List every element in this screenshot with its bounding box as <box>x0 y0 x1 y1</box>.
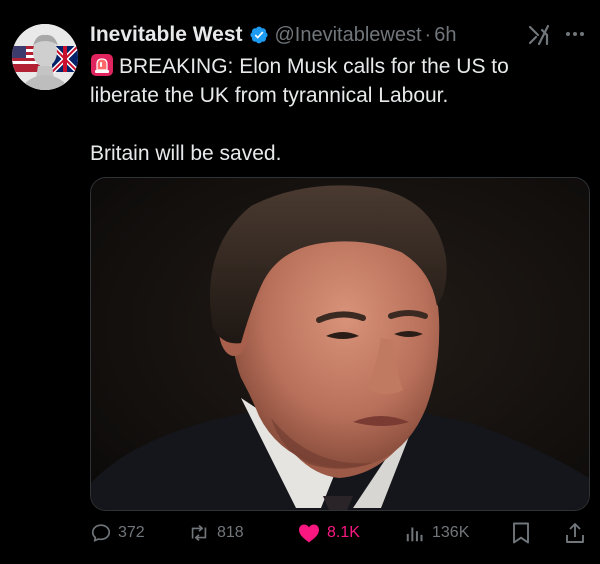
author-handle[interactable]: @Inevitablewest <box>275 24 422 47</box>
like-count: 8.1K <box>327 524 360 541</box>
views-count: 136K <box>432 524 470 541</box>
like-button[interactable]: 8.1K <box>297 518 360 548</box>
bookmark-button[interactable] <box>510 518 538 548</box>
reply-count: 372 <box>118 524 145 541</box>
tweet-text-line-2: liberate the UK from tyrannical Labour. <box>90 84 449 107</box>
tweet-text-line-3: Britain will be saved. <box>90 142 282 165</box>
share-button[interactable] <box>564 518 592 548</box>
tweet-text: BREAKING: Elon Musk calls for the US to … <box>90 52 580 168</box>
views-button[interactable]: 136K <box>404 518 469 548</box>
timestamp[interactable]: 6h <box>434 24 456 47</box>
share-icon <box>566 523 584 543</box>
separator-dot: · <box>424 23 432 46</box>
author-avatar[interactable] <box>12 24 78 90</box>
reply-button[interactable]: 372 <box>90 518 145 548</box>
repost-icon <box>191 525 207 541</box>
tweet-actions: 372 818 8.1K 136K <box>90 518 588 548</box>
views-chart-icon <box>406 527 423 542</box>
repost-button[interactable]: 818 <box>187 518 244 548</box>
reply-icon <box>91 524 111 542</box>
tweet-image[interactable] <box>90 177 590 511</box>
bookmark-icon <box>513 522 529 544</box>
tweet-text-line-1: BREAKING: Elon Musk calls for the US to <box>90 52 580 81</box>
grok-icon[interactable] <box>528 24 550 46</box>
author-name[interactable]: Inevitable West <box>90 23 243 47</box>
verified-badge-icon[interactable] <box>249 25 269 45</box>
repost-count: 818 <box>217 524 244 541</box>
more-options-icon[interactable] <box>564 27 586 41</box>
tweet-text-line-1-content: BREAKING: Elon Musk calls for the US to <box>119 55 509 78</box>
tweet-header: Inevitable West @Inevitablewest · 6h <box>90 20 456 50</box>
tweet[interactable]: Inevitable West @Inevitablewest · 6h BRE… <box>0 0 600 564</box>
heart-icon <box>299 524 319 543</box>
police-light-emoji <box>91 54 113 76</box>
